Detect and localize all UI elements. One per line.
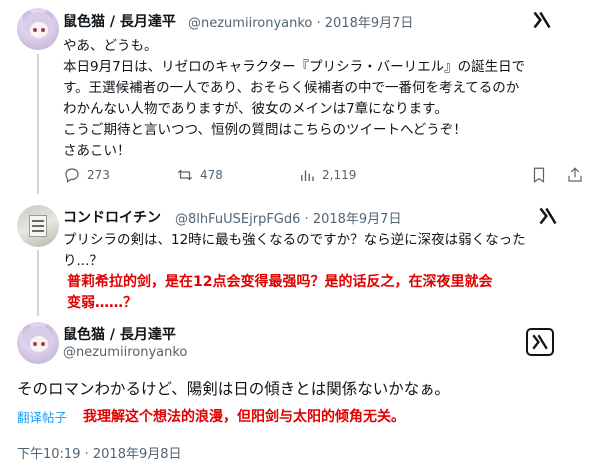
tweet-time: 下午10:19	[17, 447, 81, 462]
handle[interactable]: @nezumiironyanko	[63, 345, 187, 360]
translation-overlay: 变弱……？	[67, 295, 137, 311]
bookmark-icon[interactable]	[530, 166, 548, 184]
avatar[interactable]	[17, 322, 59, 364]
x-logo-icon[interactable]	[538, 206, 558, 226]
translation-overlay: 普莉希拉的剑，是在12点会变得最强吗？是的话反之，在深夜里就会	[67, 274, 493, 290]
display-name[interactable]: 鼠色猫 / 長月達平	[63, 11, 176, 31]
thread-line	[37, 250, 39, 316]
tweet-text-line: さあこい！	[63, 143, 131, 159]
tweet-meta: @nezumiironyanko · 2018年9月7日	[188, 12, 413, 31]
x-logo-icon[interactable]	[532, 10, 552, 30]
handle[interactable]: @nezumiironyanko	[188, 16, 312, 31]
translation-overlay: 我理解这个想法的浪漫，但阳剑与太阳的倾角无关。	[83, 409, 405, 425]
retweet-count: 478	[200, 168, 223, 182]
views-count: 2,119	[322, 168, 357, 182]
tweet-text: そのロマンわかるけど、陽剣は日の傾きとは関係ないかなぁ。	[17, 380, 450, 398]
tweet-timestamp[interactable]: 下午10:19 · 2018年9月8日	[17, 443, 182, 462]
share-icon[interactable]	[566, 166, 584, 184]
handle[interactable]: @8lhFuUSEjrpFGd6	[175, 212, 300, 227]
thread-line	[37, 54, 39, 194]
display-name[interactable]: 鼠色猫 / 長月達平	[63, 324, 176, 344]
reply-button[interactable]: 273	[63, 166, 110, 184]
display-name[interactable]: コンドロイチン	[63, 207, 161, 227]
tweet-text-line: 本日9月7日は、リゼロのキャラクター『プリシラ・バーリエル』の誕生日で	[63, 59, 526, 75]
tweet-text-line: こうご期待と言いつつ、恒例の質問はこちらのツイートへどうぞ！	[63, 122, 467, 138]
tweet-date[interactable]: 2018年9月7日	[313, 212, 402, 227]
meta-separator: ·	[316, 16, 321, 31]
reply-icon	[65, 168, 79, 183]
avatar[interactable]	[17, 205, 59, 247]
meta-separator: ·	[84, 447, 89, 462]
tweet-text-line: やあ、どうも。	[63, 38, 158, 54]
retweet-icon	[177, 169, 193, 181]
tweet-text-line: す。王選候補者の一人であり、おそらく候補者の中で一番何を考えてるのか	[63, 80, 520, 96]
reply-count: 273	[87, 168, 110, 182]
views-icon	[301, 170, 314, 181]
tweet-date[interactable]: 2018年9月7日	[325, 16, 414, 31]
retweet-button[interactable]: 478	[176, 166, 223, 184]
tweet-text-line: プリシラの剣は、12時に最も強くなるのですか？なら逆に深夜は弱くなった	[63, 232, 526, 248]
views-button[interactable]: 2,119	[298, 166, 356, 184]
x-logo-icon[interactable]	[526, 328, 554, 356]
meta-separator: ·	[304, 212, 309, 227]
tweet-meta: @8lhFuUSEjrpFGd6 · 2018年9月7日	[175, 208, 401, 227]
avatar[interactable]	[17, 8, 59, 50]
translate-post-link[interactable]: 翻译帖子	[17, 407, 67, 426]
tweet-text-line: り...？	[63, 253, 103, 269]
tweet-text-line: わかんない人物でありますが、彼女のメインは7章になります。	[63, 101, 448, 117]
tweet-date: 2018年9月8日	[92, 447, 182, 462]
